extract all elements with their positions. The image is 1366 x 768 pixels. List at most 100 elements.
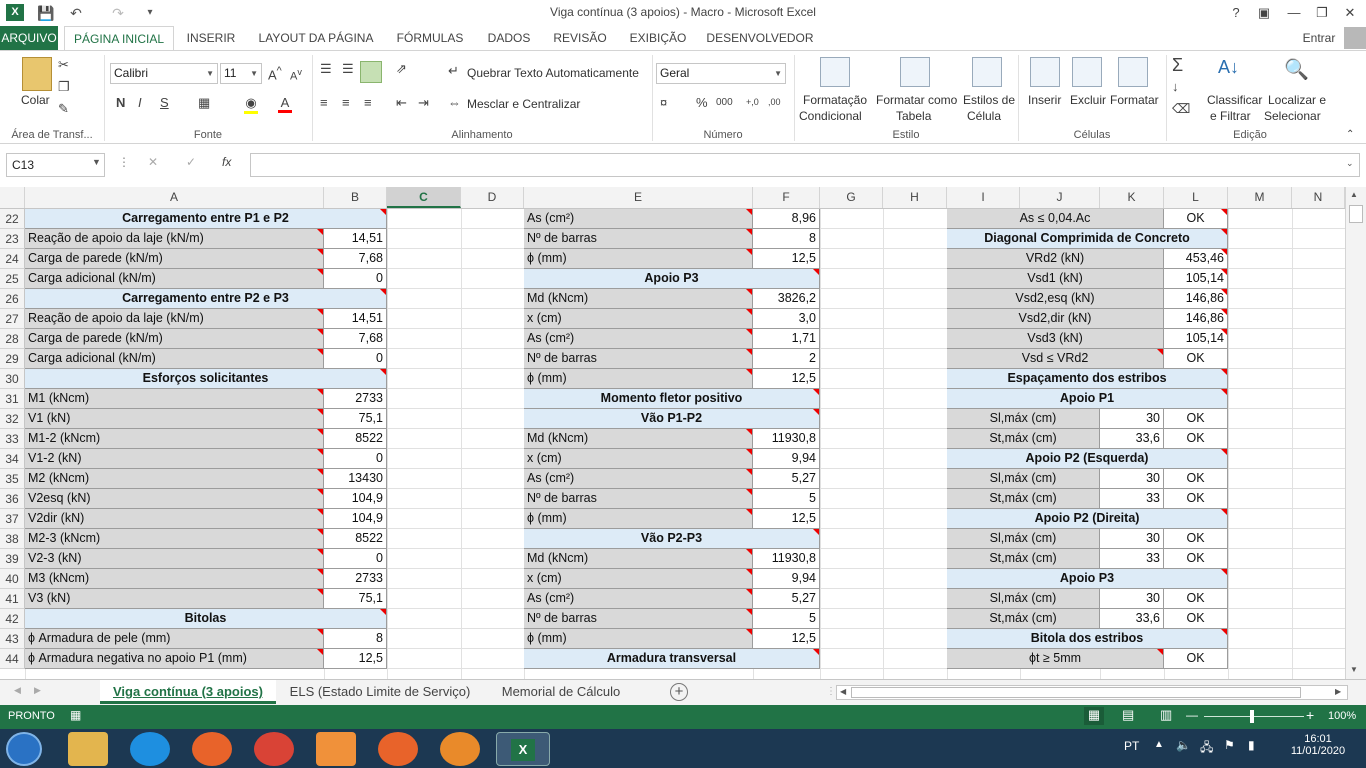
check-result[interactable]: OK — [1164, 529, 1228, 549]
format-cells-icon[interactable] — [1118, 57, 1148, 87]
row-header[interactable]: 33 — [0, 429, 25, 449]
avatar[interactable] — [1344, 27, 1366, 49]
cut-icon[interactable]: ✂ — [58, 57, 69, 73]
row-header[interactable]: 32 — [0, 409, 25, 429]
increase-decimal-icon[interactable]: +,0 — [746, 97, 759, 107]
scroll-up-icon[interactable]: ▲ — [1350, 190, 1358, 199]
tab-dados[interactable]: DADOS — [480, 26, 538, 50]
param-value[interactable]: 30 — [1100, 589, 1164, 609]
media-player-icon[interactable] — [316, 732, 356, 766]
delete-cells-icon[interactable] — [1072, 57, 1102, 87]
section-header[interactable]: Diagonal Comprimida de Concreto — [947, 229, 1228, 249]
param-value[interactable]: 146,86 — [1164, 309, 1228, 329]
paste-button[interactable]: Colar — [21, 93, 50, 107]
copy-icon[interactable]: ❐ — [58, 79, 70, 95]
format-cells-button[interactable]: Formatar — [1110, 93, 1159, 107]
param-value[interactable]: 33 — [1100, 489, 1164, 509]
vertical-scroll-thumb[interactable] — [1349, 205, 1363, 223]
row-header[interactable]: 43 — [0, 629, 25, 649]
param-label[interactable]: VRd2 (kN) — [947, 249, 1164, 269]
sheet-tab-viga-continua[interactable]: Viga contínua (3 apoios) — [100, 680, 276, 704]
new-sheet-icon[interactable]: + — [670, 683, 688, 701]
check-result[interactable]: OK — [1164, 549, 1228, 569]
col-header-c[interactable]: C — [387, 187, 461, 208]
increase-indent-icon[interactable]: ⇥ — [418, 95, 429, 111]
sheet-tab-memorial[interactable]: Memorial de Cálculo — [486, 680, 636, 704]
param-label[interactable]: St,máx (cm) — [947, 609, 1100, 629]
row-header[interactable]: 23 — [0, 229, 25, 249]
firefox-alt-icon[interactable] — [378, 732, 418, 766]
zoom-slider[interactable] — [1204, 716, 1304, 717]
scroll-right-icon[interactable]: ▶ — [1335, 687, 1341, 696]
row-header[interactable]: 40 — [0, 569, 25, 589]
check-result[interactable]: OK — [1164, 469, 1228, 489]
param-label[interactable]: Vsd1 (kN) — [947, 269, 1164, 289]
tab-revisao[interactable]: REVISÃO — [548, 26, 612, 50]
param-value[interactable]: 105,14 — [1164, 269, 1228, 289]
clock[interactable]: 16:01 11/01/2020 — [1290, 733, 1346, 757]
param-label[interactable]: Sl,máx (cm) — [947, 469, 1100, 489]
macro-record-icon[interactable]: ▦ — [70, 708, 81, 722]
col-header-n[interactable]: N — [1292, 187, 1345, 208]
conditional-formatting-line1[interactable]: Formatação — [803, 93, 867, 107]
col-header-k[interactable]: K — [1100, 187, 1164, 208]
check-result[interactable]: OK — [1164, 409, 1228, 429]
param-label[interactable]: St,máx (cm) — [947, 429, 1100, 449]
percent-button[interactable]: % — [696, 95, 708, 110]
currency-icon[interactable]: ¤ — [660, 95, 667, 110]
page-break-view-icon[interactable]: ▥ — [1160, 707, 1172, 723]
close-icon[interactable]: ✕ — [1336, 3, 1364, 23]
col-header-h[interactable]: H — [883, 187, 947, 208]
row-header[interactable]: 36 — [0, 489, 25, 509]
section-header[interactable]: Apoio P2 (Direita) — [947, 509, 1228, 529]
param-label[interactable]: As ≤ 0,04.Ac — [947, 209, 1164, 229]
section-header[interactable]: Apoio P3 — [947, 569, 1228, 589]
row-header[interactable]: 26 — [0, 289, 25, 309]
check-result[interactable]: OK — [1164, 429, 1228, 449]
param-label[interactable]: Vsd ≤ VRd2 — [947, 349, 1164, 369]
restore-icon[interactable]: ❐ — [1308, 3, 1336, 23]
scroll-down-icon[interactable]: ▼ — [1350, 665, 1358, 674]
row-header[interactable]: 30 — [0, 369, 25, 389]
col-header-d[interactable]: D — [461, 187, 524, 208]
ribbon-display-icon[interactable]: ▣ — [1250, 3, 1278, 23]
find-select-line1[interactable]: Localizar e — [1268, 93, 1326, 107]
start-button-icon[interactable] — [6, 732, 42, 766]
italic-button[interactable]: I — [138, 95, 142, 110]
fill-color-icon[interactable]: ◉ — [244, 95, 258, 114]
row-header[interactable]: 37 — [0, 509, 25, 529]
clear-icon[interactable]: ⌫ — [1172, 101, 1190, 117]
help-icon[interactable]: ? — [1222, 3, 1250, 23]
tab-arquivo[interactable]: ARQUIVO — [0, 26, 58, 50]
param-label[interactable]: Vsd3 (kN) — [947, 329, 1164, 349]
vertical-scrollbar[interactable]: ▲ ▼ — [1345, 187, 1366, 679]
insert-cells-button[interactable]: Inserir — [1028, 93, 1061, 107]
conditional-formatting-icon[interactable] — [820, 57, 850, 87]
merge-center-icon[interactable]: ⇔ — [448, 95, 461, 110]
settings-app-icon[interactable] — [440, 732, 480, 766]
param-value[interactable]: 453,46 — [1164, 249, 1228, 269]
cell-styles-icon[interactable] — [972, 57, 1002, 87]
delete-cells-button[interactable]: Excluir — [1070, 93, 1106, 107]
row-header[interactable]: 29 — [0, 349, 25, 369]
row-header[interactable]: 31 — [0, 389, 25, 409]
prev-sheet-icon[interactable]: ◀ — [14, 685, 21, 696]
tab-layout[interactable]: LAYOUT DA PÁGINA — [250, 26, 382, 50]
param-value[interactable]: 33,6 — [1100, 609, 1164, 629]
cell-styles-line2[interactable]: Célula — [967, 109, 1001, 123]
tab-pagina-inicial[interactable]: PÁGINA INICIAL — [64, 26, 174, 51]
cancel-entry-icon[interactable]: ✕ — [148, 155, 158, 169]
align-bottom-icon[interactable] — [360, 61, 382, 83]
param-value[interactable]: 146,86 — [1164, 289, 1228, 309]
next-sheet-icon[interactable]: ▶ — [34, 685, 41, 696]
decrease-font-icon[interactable]: Av — [290, 67, 302, 83]
section-header[interactable]: Apoio P2 (Esquerda) — [947, 449, 1228, 469]
signin-link[interactable]: Entrar — [1296, 26, 1342, 50]
row-header[interactable]: 24 — [0, 249, 25, 269]
zoom-in-icon[interactable]: + — [1306, 707, 1314, 723]
param-label[interactable]: Sl,máx (cm) — [947, 409, 1100, 429]
volume-icon[interactable]: 🔈 — [1176, 738, 1191, 752]
param-value[interactable]: 30 — [1100, 409, 1164, 429]
param-label[interactable]: Vsd2,esq (kN) — [947, 289, 1164, 309]
show-hidden-icons-icon[interactable]: ▲ — [1154, 739, 1164, 750]
